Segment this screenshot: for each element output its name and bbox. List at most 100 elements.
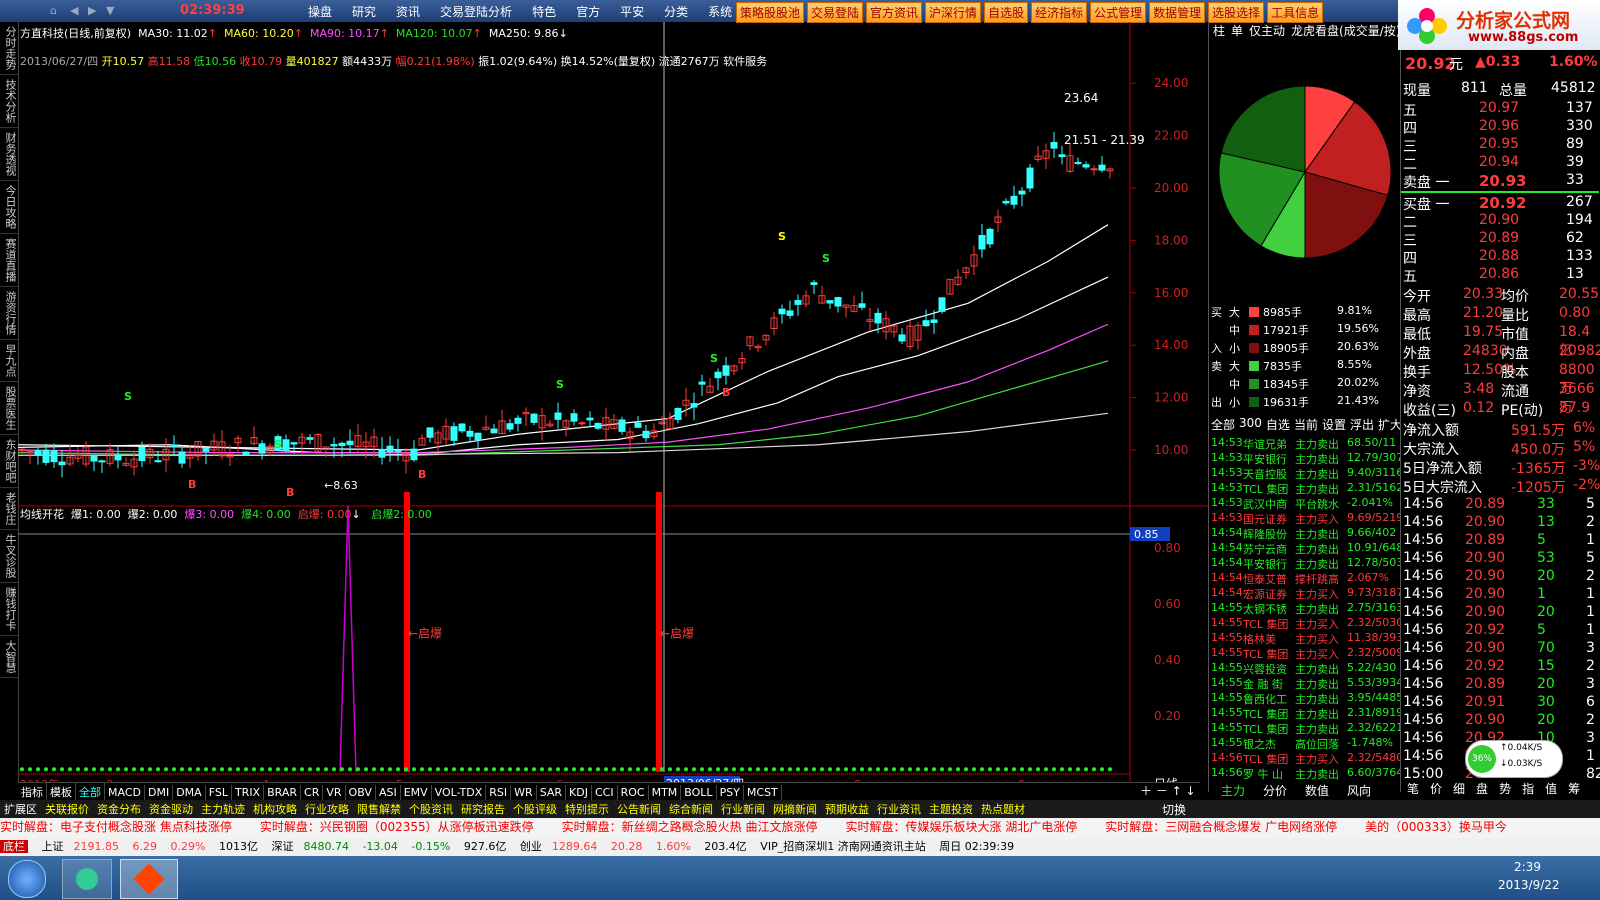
indicator-tab-9[interactable]: CR <box>301 785 324 800</box>
feature-tab-7[interactable]: 限售解禁 <box>353 800 405 818</box>
radar-row[interactable]: 14:54 宏源证券 主力买入 9.73/3187 <box>1209 586 1401 601</box>
kline-svg[interactable]: 24.00 22.00 20.00 18.00 16.00 14.00 12.00 10.00… <box>18 22 1208 782</box>
left-tab-4[interactable]: 赛道直播 <box>0 234 18 287</box>
indicator-tab-21[interactable]: MTM <box>649 785 682 800</box>
radar-row[interactable]: 14:53 武汉中商 平台跳水 -2.041% <box>1209 496 1401 511</box>
filter-0[interactable]: 全部 <box>1211 416 1235 434</box>
ticker-item[interactable]: 实时解盘：新丝绸之路概念股火热 曲江文旅涨停 <box>562 820 818 834</box>
indicator-tab-2[interactable]: 全部 <box>76 783 105 801</box>
quote-tab-2[interactable]: 细 <box>1453 780 1465 796</box>
indicator-tab-18[interactable]: KDJ <box>566 785 592 800</box>
indicator-tab-4[interactable]: DMI <box>145 785 174 800</box>
menu-item-7[interactable]: 分类 <box>654 3 698 20</box>
ticker-item[interactable]: 实时解盘：三网融合概念爆发 广电网络涨停 <box>1105 820 1337 834</box>
indicator-tab-16[interactable]: WR <box>511 785 537 800</box>
indicator-tab-24[interactable]: MCST <box>744 785 782 800</box>
feature-tab-17[interactable]: 行业资讯 <box>873 800 925 818</box>
indicator-tab-3[interactable]: MACD <box>105 785 145 800</box>
news-ticker[interactable]: 实时解盘：电子支付概念股涨 焦点科技涨停 实时解盘：兴民钢圈（002355）从涨停… <box>0 818 1600 838</box>
quick-button-8[interactable]: 选股选择 <box>1208 2 1265 23</box>
quote-tab-6[interactable]: 值 <box>1545 780 1557 796</box>
left-tab-6[interactable]: 早九点 <box>0 340 18 382</box>
ticker-item[interactable]: 实时解盘：兴民钢圈（002355）从涨停板迅速跌停 <box>260 820 534 834</box>
ticker-item[interactable]: 实时解盘：电子支付概念股涨 焦点科技涨停 <box>0 820 232 834</box>
radar-row[interactable]: 14:55 兴蓉投资 主力卖出 5.22/430 <box>1209 661 1401 676</box>
radar-row[interactable]: 14:55 鲁西化工 主力卖出 3.95/4485 <box>1209 691 1401 706</box>
radar-row[interactable]: 14:56 TCL 集团 主力买入 2.32/5480 <box>1209 751 1401 766</box>
indicator-tab-17[interactable]: SAR <box>537 785 567 800</box>
indicator-tab-15[interactable]: RSI <box>486 785 512 800</box>
switch-button[interactable]: 切换 <box>1162 801 1186 818</box>
menu-item-0[interactable]: 操盘 <box>298 3 342 20</box>
start-button[interactable] <box>8 860 46 898</box>
menu-item-2[interactable]: 资讯 <box>386 3 430 20</box>
quick-button-2[interactable]: 官方资讯 <box>866 2 923 23</box>
quote-tab-0[interactable]: 笔 <box>1407 780 1419 796</box>
feature-tab-4[interactable]: 主力轨迹 <box>197 800 249 818</box>
indicator-tab-0[interactable]: 指标 <box>18 783 47 801</box>
quick-button-0[interactable]: 策略股股池 <box>736 2 805 23</box>
indicator-tab-8[interactable]: BRAR <box>264 785 302 800</box>
feature-tab-3[interactable]: 资金驱动 <box>145 800 197 818</box>
indicator-tab-10[interactable]: VR <box>323 785 346 800</box>
indicator-tab-13[interactable]: EMV <box>401 785 432 800</box>
menu-item-1[interactable]: 研究 <box>342 3 386 20</box>
radar-row[interactable]: 14:55 TCL 集团 主力卖出 2.31/8919 <box>1209 706 1401 721</box>
radar-row[interactable]: 14:55 TCL 集团 主力卖出 2.32/6221 <box>1209 721 1401 736</box>
left-tab-9[interactable]: 老钱庄 <box>0 488 18 530</box>
radar-row[interactable]: 14:54 平安银行 主力卖出 12.78/503 <box>1209 556 1401 571</box>
main-chart[interactable]: 方直科技(日线,前复权) MA30: 11.02↑ MA60: 10.20↑ M… <box>18 22 1208 782</box>
indicator-tab-19[interactable]: CCI <box>592 785 618 800</box>
feature-tab-5[interactable]: 机构攻略 <box>249 800 301 818</box>
quote-tab-7[interactable]: 筹 <box>1568 780 1580 796</box>
quick-button-3[interactable]: 沪深行情 <box>925 2 982 23</box>
feature-tab-11[interactable]: 特别提示 <box>561 800 613 818</box>
filter-4[interactable]: 设置 <box>1322 416 1346 434</box>
quick-button-5[interactable]: 经济指标 <box>1031 2 1088 23</box>
radar-row[interactable]: 14:54 苏宁云商 主力卖出 10.91/648 <box>1209 541 1401 556</box>
left-tab-8[interactable]: 东财吧吧 <box>0 435 18 488</box>
radar-row[interactable]: 14:55 金 融 街主力卖出 5.53/3934 <box>1209 676 1401 691</box>
menu-item-5[interactable]: 官方 <box>566 3 610 20</box>
left-tab-11[interactable]: 赚钱打卡 <box>0 583 18 636</box>
radar-row[interactable]: 14:53 平安银行 主力卖出 12.79/307 <box>1209 451 1401 466</box>
left-tab-2[interactable]: 财务透视 <box>0 128 18 181</box>
indicator-tab-22[interactable]: BOLL <box>681 785 717 800</box>
indicator-tab-20[interactable]: ROC <box>618 785 649 800</box>
mid-tab-3[interactable]: 龙虎看盘(成交量/按) <box>1291 22 1400 40</box>
feature-tab-8[interactable]: 个股资讯 <box>405 800 457 818</box>
mid-bottom-tab-1[interactable]: 分价 <box>1263 782 1287 800</box>
indicator-tab-23[interactable]: PSY <box>717 785 744 800</box>
quick-button-9[interactable]: 工具信息 <box>1267 2 1324 23</box>
quick-button-7[interactable]: 数据管理 <box>1149 2 1206 23</box>
radar-row[interactable]: 14:55 格林美 主力买入 11.38/393 <box>1209 631 1401 646</box>
filter-5[interactable]: 浮出 <box>1350 416 1374 434</box>
feature-tab-14[interactable]: 行业新闻 <box>717 800 769 818</box>
feature-tab-10[interactable]: 个股评级 <box>509 800 561 818</box>
feature-tab-9[interactable]: 研究报告 <box>457 800 509 818</box>
mid-tab-1[interactable]: 单 <box>1231 22 1243 40</box>
quote-tab-3[interactable]: 盘 <box>1476 780 1488 796</box>
left-tab-5[interactable]: 游资行情 <box>0 287 18 340</box>
nav-back-icon[interactable]: ◀ <box>70 4 78 17</box>
quick-button-4[interactable]: 自选股 <box>984 2 1029 23</box>
radar-row[interactable]: 14:54 恒泰艾普 撑杆跳高 2.067% <box>1209 571 1401 586</box>
menu-item-6[interactable]: 平安 <box>610 3 654 20</box>
feature-tab-16[interactable]: 预期收益 <box>821 800 873 818</box>
filter-6[interactable]: 扩大 <box>1378 416 1402 434</box>
mid-tab-2[interactable]: 仅主动 <box>1249 22 1285 40</box>
indicator-tab-1[interactable]: 模板 <box>47 783 76 801</box>
feature-tab-0[interactable]: 扩展区 <box>0 800 41 818</box>
radar-row[interactable]: 14:55 太钢不锈 主力卖出 2.75/3163 <box>1209 601 1401 616</box>
zoom-controls[interactable]: ＋ － ↑ ↓ <box>1140 782 1196 799</box>
quick-button-6[interactable]: 公式管理 <box>1090 2 1147 23</box>
feature-tab-18[interactable]: 主题投资 <box>925 800 977 818</box>
radar-row[interactable]: 14:55 TCL 集团 主力买入 2.32/5009 <box>1209 646 1401 661</box>
feature-tab-15[interactable]: 网摘新闻 <box>769 800 821 818</box>
mid-bottom-tab-0[interactable]: 主力 <box>1221 782 1245 800</box>
radar-row[interactable]: 14:55 TCL 集团 主力买入 2.32/5030 <box>1209 616 1401 631</box>
indicator-tab-14[interactable]: VOL-TDX <box>432 785 487 800</box>
nav-home-icon[interactable]: ⌂ <box>50 4 57 17</box>
mid-bottom-tab-3[interactable]: 风向 <box>1347 782 1371 800</box>
quick-button-1[interactable]: 交易登陆 <box>807 2 864 23</box>
